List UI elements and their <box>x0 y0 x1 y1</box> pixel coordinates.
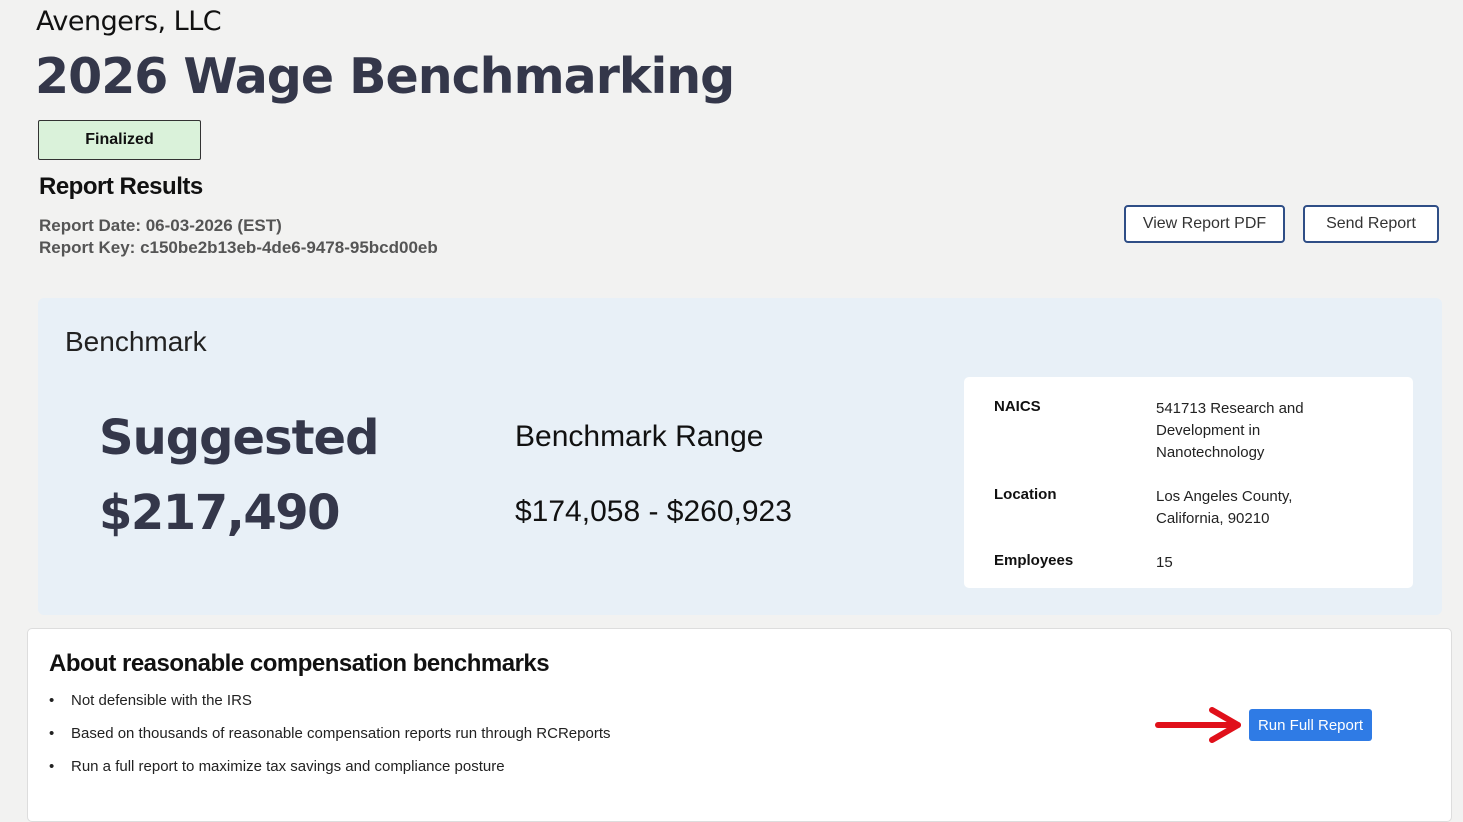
list-item: Not defensible with the IRS <box>49 691 611 724</box>
about-list: Not defensible with the IRS Based on tho… <box>49 691 611 790</box>
status-badge: Finalized <box>38 120 201 160</box>
list-item: Run a full report to maximize tax saving… <box>49 757 611 790</box>
naics-label: NAICS <box>994 398 1041 415</box>
company-info-card: NAICS 541713 Research and Development in… <box>964 377 1413 588</box>
benchmark-range-value: $174,058 - $260,923 <box>515 495 792 528</box>
report-key: Report Key: c150be2b13eb-4de6-9478-95bcd… <box>39 238 438 257</box>
run-full-report-button[interactable]: Run Full Report <box>1249 709 1372 741</box>
list-item: Based on thousands of reasonable compens… <box>49 724 611 757</box>
benchmark-range-label: Benchmark Range <box>515 420 764 453</box>
about-panel: About reasonable compensation benchmarks… <box>27 628 1452 822</box>
report-results-heading: Report Results <box>39 173 203 200</box>
page-title: 2026 Wage Benchmarking <box>35 48 735 105</box>
send-report-button[interactable]: Send Report <box>1303 205 1439 243</box>
employees-value: 15 <box>1156 554 1173 571</box>
benchmark-heading: Benchmark <box>65 326 207 357</box>
suggested-value: $217,490 <box>99 485 341 541</box>
report-date: Report Date: 06-03-2026 (EST) <box>39 216 282 235</box>
location-value: Los Angeles County, California, 90210 <box>1156 488 1293 527</box>
naics-value: 541713 Research and Development in Nanot… <box>1156 400 1304 461</box>
company-name: Avengers, LLC <box>36 6 222 37</box>
benchmark-panel: Benchmark Suggested $217,490 Benchmark R… <box>38 298 1442 615</box>
about-heading: About reasonable compensation benchmarks <box>49 650 550 677</box>
employees-label: Employees <box>994 552 1074 569</box>
view-report-pdf-button[interactable]: View Report PDF <box>1124 205 1285 243</box>
location-label: Location <box>994 486 1057 503</box>
suggested-label: Suggested <box>99 410 379 466</box>
